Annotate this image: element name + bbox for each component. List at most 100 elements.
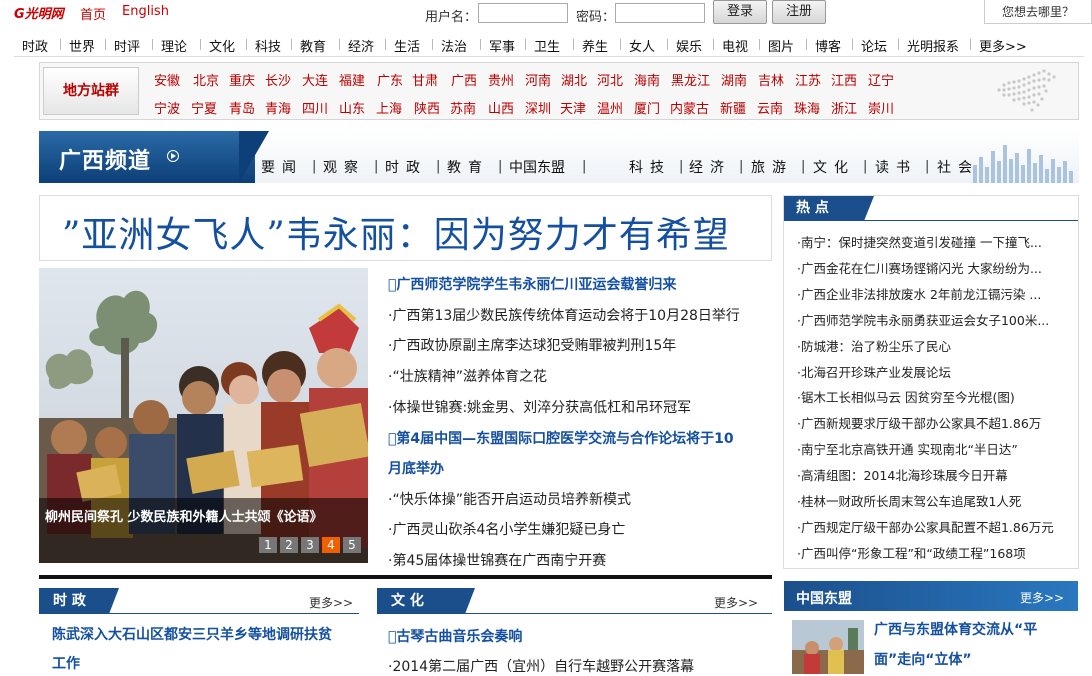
slideshow-page-button[interactable]: 1: [259, 537, 277, 553]
nav-item[interactable]: 教育: [300, 36, 326, 55]
nav-item[interactable]: 养生: [582, 36, 608, 55]
station-link[interactable]: 山东: [339, 98, 365, 117]
password-input[interactable]: [615, 3, 705, 23]
station-link[interactable]: 四川: [302, 98, 328, 117]
station-link[interactable]: 青岛: [229, 98, 255, 117]
politics-lead-link[interactable]: 陈武深入大石山区都安三只羊乡等地调研扶贫: [52, 624, 332, 644]
slideshow-page-button[interactable]: 4: [322, 537, 340, 553]
station-link[interactable]: 温州: [597, 98, 623, 117]
channel-nav-item[interactable]: 科技: [629, 157, 671, 177]
station-link[interactable]: 崇川: [868, 98, 894, 117]
home-link[interactable]: 首页: [80, 4, 106, 23]
station-link[interactable]: 宁波: [154, 98, 180, 117]
station-link[interactable]: 吉林: [758, 70, 784, 89]
station-link[interactable]: 宁夏: [191, 98, 217, 117]
nav-item[interactable]: 军事: [489, 36, 515, 55]
station-link[interactable]: 甘肃: [412, 70, 438, 89]
nav-item[interactable]: 法治: [441, 36, 467, 55]
station-link[interactable]: 河南: [525, 70, 551, 89]
nav-item[interactable]: 理论: [161, 36, 187, 55]
where-to-go-dropdown[interactable]: 您想去哪里？: [984, 0, 1092, 24]
station-link[interactable]: 江苏: [795, 70, 821, 89]
hot-item-link[interactable]: ·广西企业非法排放废水 2年前龙江镉污染 ...: [797, 284, 1041, 303]
station-link[interactable]: 浙江: [831, 98, 857, 117]
station-link[interactable]: 上海: [376, 98, 402, 117]
site-logo[interactable]: G光明网: [14, 3, 64, 22]
news-item-link[interactable]: ·第45届体操世锦赛在广西南宁开赛: [388, 550, 606, 570]
station-link[interactable]: 江西: [831, 70, 857, 89]
news-item-link[interactable]: ·广西政协原副主席李达球犯受贿罪被判刑15年: [388, 335, 676, 355]
station-link[interactable]: 贵州: [488, 70, 514, 89]
slideshow-caption[interactable]: 柳州民间祭孔 少数民族和外籍人士共颂《论语》: [45, 506, 323, 525]
station-link[interactable]: 天津: [560, 98, 586, 117]
nav-item[interactable]: 电视: [722, 36, 748, 55]
station-link[interactable]: 黑龙江: [671, 70, 710, 89]
hot-item-link[interactable]: ·南宁：保时捷突然变道引发碰撞 一下撞飞...: [797, 232, 1042, 251]
station-link[interactable]: 广东: [377, 70, 403, 89]
station-link[interactable]: 山西: [488, 98, 514, 117]
news-item-link[interactable]: ·广西第13届少数民族传统体育运动会将于10月28日举行: [388, 305, 740, 325]
station-link[interactable]: 内蒙古: [670, 98, 709, 117]
news-item-link[interactable]: 广西师范学院学生韦永丽仁川亚运会载誉归来: [388, 274, 676, 294]
station-link[interactable]: 云南: [757, 98, 783, 117]
hot-item-link[interactable]: ·桂林一财政所长周末驾公车追尾致1人死: [797, 491, 1021, 510]
news-item-link[interactable]: 月底举办: [388, 458, 444, 478]
station-link[interactable]: 深圳: [525, 98, 551, 117]
hot-item-link[interactable]: ·南宁至北京高铁开通 实现南北“半日达”: [797, 439, 1018, 458]
asean-lead-link[interactable]: 广西与东盟体育交流从“平: [874, 619, 1037, 639]
station-link[interactable]: 厦门: [634, 98, 660, 117]
politics-tab[interactable]: 时 政: [39, 588, 109, 614]
nav-item[interactable]: 卫生: [534, 36, 560, 55]
hot-item-link[interactable]: ·广西叫停“形象工程”和“政绩工程”168项: [797, 543, 1026, 562]
nav-item[interactable]: 生活: [394, 36, 420, 55]
nav-item[interactable]: 科技: [255, 36, 281, 55]
nav-item[interactable]: 世界: [69, 36, 95, 55]
headline-link[interactable]: ”亚洲女飞人”韦永丽：因为努力才有希望: [62, 206, 730, 258]
station-link[interactable]: 湖南: [721, 70, 747, 89]
channel-nav-item[interactable]: 要闻: [261, 157, 303, 177]
channel-nav-item[interactable]: 中国东盟: [509, 157, 565, 177]
station-link[interactable]: 湖北: [561, 70, 587, 89]
station-link[interactable]: 长沙: [265, 70, 291, 89]
login-button[interactable]: 登录: [713, 0, 767, 24]
station-link[interactable]: 辽宁: [868, 70, 894, 89]
register-button[interactable]: 注册: [772, 0, 826, 24]
politics-more-link[interactable]: 更多>>: [309, 594, 353, 611]
nav-item[interactable]: 论坛: [861, 36, 887, 55]
nav-item[interactable]: 博客: [815, 36, 841, 55]
channel-nav-item[interactable]: 教育: [447, 157, 489, 177]
station-link[interactable]: 福建: [339, 70, 365, 89]
asean-lead-link-cont[interactable]: 面”走向“立体”: [874, 649, 972, 669]
channel-nav-item[interactable]: 旅游: [751, 157, 793, 177]
asean-tab[interactable]: 中国东盟: [796, 588, 852, 608]
nav-item[interactable]: 光明报系: [907, 36, 959, 55]
hot-item-link[interactable]: ·广西规定厅级干部办公家具配置不超1.86万元: [797, 517, 1054, 536]
nav-item[interactable]: 经济: [348, 36, 374, 55]
culture-lead-link[interactable]: 古琴古曲音乐会奏响: [388, 626, 522, 646]
station-link[interactable]: 安徽: [154, 70, 180, 89]
hot-item-link[interactable]: ·锯木工长相似马云 因贫穷至今光棍(图): [797, 387, 1015, 406]
nav-item[interactable]: 女人: [629, 36, 655, 55]
slideshow-page-button[interactable]: 2: [280, 537, 298, 553]
station-link[interactable]: 青海: [265, 98, 291, 117]
hot-item-link[interactable]: ·北海召开珍珠产业发展论坛: [797, 362, 951, 381]
hot-item-link[interactable]: ·广西金花在仁川赛场铿锵闪光 大家纷纷为...: [797, 258, 1042, 277]
slideshow-page-button[interactable]: 5: [343, 537, 361, 553]
news-item-link[interactable]: ·“快乐体操”能否开启运动员培养新模式: [388, 489, 631, 509]
station-link[interactable]: 新疆: [720, 98, 746, 117]
username-input[interactable]: [478, 3, 568, 23]
station-link[interactable]: 珠海: [794, 98, 820, 117]
news-item-link[interactable]: ·体操世锦赛:姚金男、刘淬分获高低杠和吊环冠军: [388, 397, 691, 417]
politics-lead-link-cont[interactable]: 工作: [52, 653, 80, 673]
culture-item-link[interactable]: ·2014第二届广西（宜州）自行车越野公开赛落幕: [388, 656, 694, 676]
news-item-link[interactable]: ·“壮族精神”滋养体育之花: [388, 366, 547, 386]
station-link[interactable]: 大连: [302, 70, 328, 89]
channel-nav-item[interactable]: 文化: [813, 157, 855, 177]
english-link[interactable]: English: [122, 4, 169, 19]
culture-tab[interactable]: 文 化: [377, 588, 465, 614]
nav-item[interactable]: 娱乐: [676, 36, 702, 55]
nav-item[interactable]: 图片: [768, 36, 794, 55]
hot-item-link[interactable]: ·防城港：治了粉尘乐了民心: [797, 336, 951, 355]
hot-item-link[interactable]: ·广西新规要求厅级干部办公家具不超1.86万: [797, 413, 1041, 432]
station-link[interactable]: 北京: [193, 70, 219, 89]
